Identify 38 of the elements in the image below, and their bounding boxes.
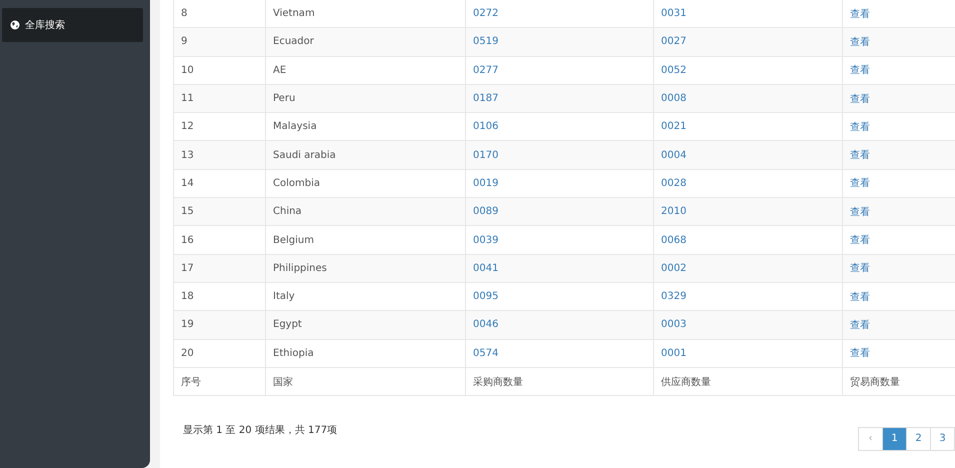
table-cell: 17 xyxy=(174,254,266,282)
table-cell: Saudi arabia xyxy=(266,140,466,170)
page-button[interactable]: 2 xyxy=(906,427,931,452)
page-button[interactable]: 1 xyxy=(882,427,907,452)
sidebar-item[interactable]: 全库搜索 xyxy=(2,8,143,42)
table-link[interactable]: 0277 xyxy=(466,56,654,84)
table-link[interactable]: 0004 xyxy=(654,140,842,170)
table-cell: Belgium xyxy=(266,226,466,254)
table-link[interactable]: 0068 xyxy=(654,226,842,254)
table-cell: Philippines xyxy=(266,254,466,282)
globe-icon xyxy=(10,20,20,30)
page-button[interactable]: 3 xyxy=(930,427,955,452)
table-cell: Ecuador xyxy=(266,28,466,56)
table-link[interactable]: 0002 xyxy=(654,254,842,282)
table-cell: 9 xyxy=(174,28,266,56)
table-link[interactable]: 0027 xyxy=(654,28,842,56)
table-link[interactable]: 0039 xyxy=(466,226,654,254)
table-link[interactable]: 0052 xyxy=(654,56,842,84)
table-cell: 16 xyxy=(174,226,266,254)
results-info: 显示第 1 至 20 项结果，共 177项 xyxy=(182,424,338,438)
table-cell: 19 xyxy=(174,310,266,340)
column-header: 序号 xyxy=(174,367,266,396)
table-link[interactable]: 0046 xyxy=(466,310,654,340)
table-cell: 10 xyxy=(174,56,266,84)
table-cell: Egypt xyxy=(266,310,466,340)
table-link[interactable]: 0519 xyxy=(466,28,654,56)
table-cell: 20 xyxy=(174,339,266,368)
table-cell: AE xyxy=(266,56,466,84)
table-link[interactable]: 0041 xyxy=(466,254,654,282)
column-header: 供应商数量 xyxy=(654,367,842,396)
table-link[interactable]: 0003 xyxy=(654,310,842,340)
table-cell: Ethiopia xyxy=(266,339,466,368)
table-cell: 13 xyxy=(174,140,266,170)
table-link[interactable]: 0574 xyxy=(466,339,654,368)
column-header: 采购商数量 xyxy=(466,367,654,396)
table-link[interactable]: 0001 xyxy=(654,339,842,368)
column-header: 国家 xyxy=(266,367,466,396)
table-link[interactable]: 0170 xyxy=(466,140,654,170)
